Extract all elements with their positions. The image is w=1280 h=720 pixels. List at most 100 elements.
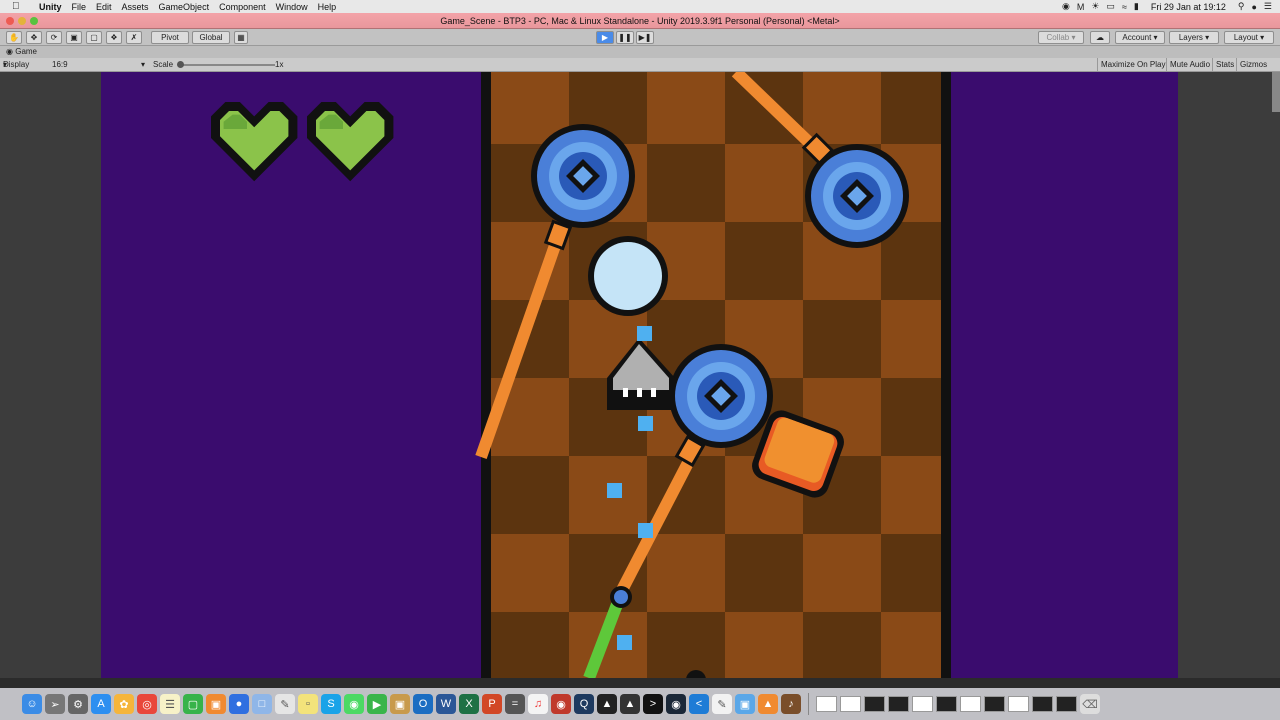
game-tab-icon: ◉ — [6, 47, 13, 56]
minimized-window[interactable] — [1056, 696, 1077, 712]
skype-icon[interactable]: S — [321, 694, 341, 714]
music-icon[interactable]: ♫ — [528, 694, 548, 714]
bluetooth-icon[interactable]: ☀ — [1091, 1, 1099, 12]
minimize-window-icon[interactable] — [18, 17, 26, 25]
steam-icon[interactable]: ◉ — [666, 694, 686, 714]
game-tab[interactable]: ◉ Game — [0, 46, 1280, 58]
stickies-icon[interactable]: ▫ — [298, 694, 318, 714]
minimized-window[interactable] — [1032, 696, 1053, 712]
hand-tool-icon[interactable]: ✋ — [6, 31, 22, 44]
airplay-icon[interactable]: ▭ — [1106, 1, 1115, 12]
safari-icon[interactable]: ● — [229, 694, 249, 714]
rotate-tool-icon[interactable]: ⟳ — [46, 31, 62, 44]
minimized-window[interactable] — [888, 696, 909, 712]
game-canvas[interactable] — [101, 72, 1178, 678]
apple-icon[interactable]:  — [12, 1, 26, 12]
pages-icon[interactable]: ✎ — [712, 694, 732, 714]
minimized-window[interactable] — [960, 696, 981, 712]
siri-icon[interactable]: ● — [1251, 2, 1256, 12]
battery-icon[interactable]: ▮ — [1134, 1, 1139, 12]
display-dropdown[interactable]: Display 1 ▾ — [3, 58, 29, 83]
scale-slider-handle[interactable] — [177, 61, 184, 68]
maximize-on-play-toggle[interactable]: Maximize On Play — [1097, 58, 1168, 72]
trash-icon[interactable]: ⌫ — [1080, 694, 1100, 714]
minimized-window[interactable] — [936, 696, 957, 712]
menu-app[interactable]: Unity — [39, 2, 62, 12]
facetime-icon[interactable]: ▶ — [367, 694, 387, 714]
pause-button[interactable]: ❚❚ — [616, 31, 634, 44]
aspect-chevron-icon[interactable]: ▾ — [141, 58, 145, 72]
minimized-window[interactable] — [840, 696, 861, 712]
menu-component[interactable]: Component — [219, 2, 266, 12]
custom-tool-icon[interactable]: ✗ — [126, 31, 142, 44]
numbers-icon[interactable]: ▢ — [183, 694, 203, 714]
mute-audio-toggle[interactable]: Mute Audio — [1166, 58, 1213, 72]
scale-slider[interactable] — [180, 64, 275, 66]
minimized-window[interactable] — [1008, 696, 1029, 712]
rect-tool-icon[interactable]: ▢ — [86, 31, 102, 44]
photobooth-icon[interactable]: ◉ — [551, 694, 571, 714]
menu-edit[interactable]: Edit — [96, 2, 112, 12]
unity-toolbar: ✋ ✥ ⟳ ▣ ▢ ❖ ✗ Pivot Global ▦ ▶ ❚❚ ▶❚ Col… — [0, 29, 1280, 46]
zoom-window-icon[interactable] — [30, 17, 38, 25]
global-toggle[interactable]: Global — [192, 31, 230, 44]
pivot-toggle[interactable]: Pivot — [151, 31, 189, 44]
menubar-clock[interactable]: Fri 29 Jan at 19:12 — [1151, 2, 1226, 12]
textedit-icon[interactable]: ✎ — [275, 694, 295, 714]
outlook-icon[interactable]: O — [413, 694, 433, 714]
menu-window[interactable]: Window — [276, 2, 308, 12]
finder-icon[interactable]: ☺ — [22, 694, 42, 714]
minimized-window[interactable] — [984, 696, 1005, 712]
gizmos-dropdown[interactable]: Gizmos — [1236, 58, 1270, 72]
powerpoint-icon[interactable]: P — [482, 694, 502, 714]
menu-gameobject[interactable]: GameObject — [159, 2, 210, 12]
guitar-icon[interactable]: ♪ — [781, 694, 801, 714]
spotlight-icon[interactable]: ⚲ — [1238, 1, 1245, 12]
mail-icon[interactable]: M — [1077, 2, 1085, 12]
minimized-window[interactable] — [816, 696, 837, 712]
books-icon[interactable]: ▣ — [206, 694, 226, 714]
preferences-icon[interactable]: ⚙ — [68, 694, 88, 714]
scale-tool-icon[interactable]: ▣ — [66, 31, 82, 44]
close-window-icon[interactable] — [6, 17, 14, 25]
menu-assets[interactable]: Assets — [122, 2, 149, 12]
chrome-icon[interactable]: ◎ — [137, 694, 157, 714]
appstore-icon[interactable]: A — [91, 694, 111, 714]
wifi-icon[interactable]: ≈ — [1122, 2, 1127, 12]
layers-dropdown[interactable]: Layers ▾ — [1169, 31, 1219, 44]
scrollbar[interactable] — [1272, 72, 1280, 112]
step-button[interactable]: ▶❚ — [636, 31, 654, 44]
move-tool-icon[interactable]: ✥ — [26, 31, 42, 44]
layout-dropdown[interactable]: Layout ▾ — [1224, 31, 1274, 44]
menu-help[interactable]: Help — [318, 2, 337, 12]
menu-file[interactable]: File — [72, 2, 87, 12]
game-view[interactable] — [0, 72, 1280, 678]
launchpad-icon[interactable]: ➢ — [45, 694, 65, 714]
unity-icon[interactable]: ▲ — [597, 694, 617, 714]
folder-icon[interactable]: ▣ — [390, 694, 410, 714]
collab-button[interactable]: Collab ▾ — [1038, 31, 1084, 44]
notification-center-icon[interactable]: ☰ — [1264, 1, 1272, 12]
terminal-icon[interactable]: > — [643, 694, 663, 714]
minimized-window[interactable] — [864, 696, 885, 712]
play-button[interactable]: ▶ — [596, 31, 614, 44]
minimized-window[interactable] — [912, 696, 933, 712]
photos-icon[interactable]: ✿ — [114, 694, 134, 714]
unity-hub-icon[interactable]: ▲ — [620, 694, 640, 714]
quicktime-icon[interactable]: Q — [574, 694, 594, 714]
calculator-icon[interactable]: = — [505, 694, 525, 714]
vscode-icon[interactable]: < — [689, 694, 709, 714]
stats-toggle[interactable]: Stats — [1212, 58, 1237, 72]
account-dropdown[interactable]: Account ▾ — [1115, 31, 1165, 44]
notes-icon[interactable]: ☰ — [160, 694, 180, 714]
transform-tool-icon[interactable]: ❖ — [106, 31, 122, 44]
files-icon[interactable]: ▣ — [735, 694, 755, 714]
status-icon[interactable]: ◉ — [1062, 1, 1070, 12]
snap-icon[interactable]: ▦ — [234, 31, 248, 44]
preview-icon[interactable]: □ — [252, 694, 272, 714]
cloud-icon[interactable]: ☁ — [1090, 31, 1110, 44]
word-icon[interactable]: W — [436, 694, 456, 714]
messages-icon[interactable]: ◉ — [344, 694, 364, 714]
excel-icon[interactable]: X — [459, 694, 479, 714]
vlc-icon[interactable]: ▲ — [758, 694, 778, 714]
